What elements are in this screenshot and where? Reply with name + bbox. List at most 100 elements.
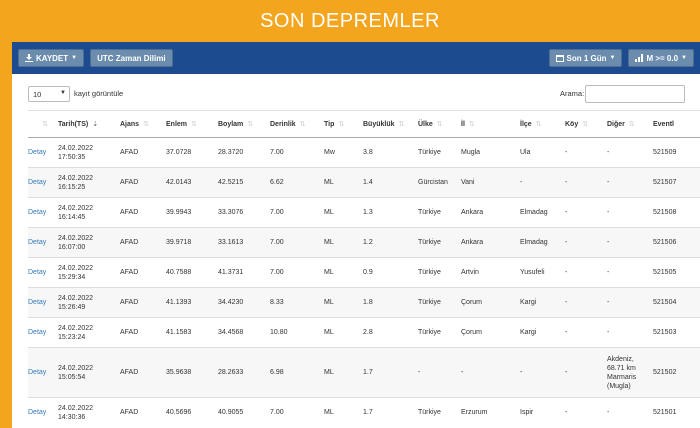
- column-header[interactable]: Ajans ⇅: [120, 110, 166, 138]
- depth-cell: 8.33: [270, 287, 324, 318]
- country-cell: Türkiye: [418, 227, 461, 258]
- magnitude-filter-button[interactable]: M >= 0.0 ▼: [628, 49, 694, 67]
- mag-cell: 3.8: [363, 137, 418, 168]
- search-input[interactable]: [585, 85, 685, 103]
- date-cell: 24.02.2022 15:05:54: [58, 347, 120, 398]
- district-cell: Kargi: [520, 317, 565, 348]
- lat-cell: 37.0728: [166, 137, 218, 168]
- table-row: Detay 24.02.2022 15:05:54 AFAD 35.9638 28.263…: [28, 347, 700, 398]
- column-header[interactable]: Büyüklük ⇅: [363, 110, 418, 138]
- type-cell: ML: [324, 347, 363, 398]
- table-row: Detay 24.02.2022 16:14:45 AFAD 39.9943 33.307…: [28, 197, 700, 228]
- district-cell: Kargi: [520, 287, 565, 318]
- column-header-label: İlçe: [520, 121, 532, 128]
- detail-link[interactable]: Detay: [28, 369, 46, 376]
- column-header-label: Ajans: [120, 121, 140, 128]
- country-cell: Türkiye: [418, 397, 461, 428]
- table-controls: 10 ▼ kayıt görüntüle Arama:: [12, 74, 700, 110]
- agency-cell: AFAD: [120, 397, 166, 428]
- event-cell: 521504: [653, 287, 700, 318]
- type-cell: ML: [324, 287, 363, 318]
- column-header[interactable]: İl ⇅: [461, 110, 520, 138]
- detail-cell: Detay: [28, 257, 58, 288]
- lat-cell: 42.0143: [166, 167, 218, 198]
- page-length-select[interactable]: 10 ▼: [28, 86, 70, 102]
- date-cell: 24.02.2022 15:26:49: [58, 287, 120, 318]
- event-cell: 521501: [653, 397, 700, 428]
- type-cell: ML: [324, 167, 363, 198]
- other-cell: -: [607, 287, 653, 318]
- detail-link[interactable]: Detay: [28, 179, 46, 186]
- period-button[interactable]: Son 1 Gün ▼: [548, 49, 623, 67]
- type-cell: ML: [324, 257, 363, 288]
- city-cell: Erzurum: [461, 397, 520, 428]
- event-cell: 521505: [653, 257, 700, 288]
- column-header[interactable]: Diğer ⇅: [607, 110, 653, 138]
- column-header[interactable]: Ülke ⇅: [418, 110, 461, 138]
- detail-cell: Detay: [28, 227, 58, 258]
- sort-icon: ⇅: [338, 121, 345, 128]
- download-icon: [25, 54, 33, 62]
- mag-cell: 1.7: [363, 347, 418, 398]
- save-button[interactable]: KAYDET ▼: [18, 49, 85, 67]
- column-header[interactable]: Tip ⇅: [324, 110, 363, 138]
- type-cell: Mw: [324, 137, 363, 168]
- utc-timezone-button[interactable]: UTC Zaman Dilimi: [90, 49, 173, 67]
- page-length-value: 10: [33, 90, 42, 99]
- country-cell: Türkiye: [418, 137, 461, 168]
- other-cell: Akdeniz, 68.71 km Marmaris (Mugla): [607, 347, 653, 398]
- column-header-label: Tarih(TS): [58, 121, 89, 128]
- lon-cell: 41.3731: [218, 257, 270, 288]
- lon-cell: 33.1613: [218, 227, 270, 258]
- date-cell: 24.02.2022 17:50:35: [58, 137, 120, 168]
- detail-cell: Detay: [28, 137, 58, 168]
- depth-cell: 7.00: [270, 137, 324, 168]
- lat-cell: 39.9943: [166, 197, 218, 228]
- city-cell: Artvin: [461, 257, 520, 288]
- country-cell: Türkiye: [418, 287, 461, 318]
- table-row: Detay 24.02.2022 14:30:36 AFAD 40.5696 40.905…: [28, 397, 700, 428]
- detail-link[interactable]: Detay: [28, 409, 46, 416]
- depth-cell: 10.80: [270, 317, 324, 348]
- district-cell: -: [520, 347, 565, 398]
- column-header[interactable]: ⇅: [28, 110, 58, 138]
- sort-icon: ⇣: [92, 121, 99, 128]
- column-header-label: Tip: [324, 121, 335, 128]
- lon-cell: 28.2633: [218, 347, 270, 398]
- lon-cell: 34.4568: [218, 317, 270, 348]
- detail-link[interactable]: Detay: [28, 239, 46, 246]
- detail-cell: Detay: [28, 197, 58, 228]
- column-header[interactable]: Tarih(TS) ⇣: [58, 110, 120, 138]
- column-header-label: Diğer: [607, 121, 625, 128]
- column-header[interactable]: Derinlik ⇅: [270, 110, 324, 138]
- depth-cell: 7.00: [270, 227, 324, 258]
- detail-cell: Detay: [28, 397, 58, 428]
- column-header-label: Büyüklük: [363, 121, 395, 128]
- village-cell: -: [565, 397, 607, 428]
- column-header[interactable]: İlçe ⇅: [520, 110, 565, 138]
- detail-link[interactable]: Detay: [28, 209, 46, 216]
- calendar-icon: [555, 55, 564, 62]
- detail-link[interactable]: Detay: [28, 329, 46, 336]
- sort-icon: ⇅: [398, 121, 405, 128]
- mag-cell: 1.4: [363, 167, 418, 198]
- lat-cell: 40.5696: [166, 397, 218, 428]
- detail-link[interactable]: Detay: [28, 269, 46, 276]
- detail-cell: Detay: [28, 347, 58, 398]
- detail-link[interactable]: Detay: [28, 299, 46, 306]
- date-value: 24.02.2022: [58, 294, 94, 302]
- depth-cell: 6.98: [270, 347, 324, 398]
- detail-link[interactable]: Detay: [28, 149, 46, 156]
- village-cell: -: [565, 167, 607, 198]
- time-value: 15:05:54: [58, 373, 86, 381]
- column-header[interactable]: Boylam ⇅: [218, 110, 270, 138]
- agency-cell: AFAD: [120, 317, 166, 348]
- depth-cell: 6.62: [270, 167, 324, 198]
- column-header[interactable]: Eventl: [653, 110, 700, 138]
- toolbar: KAYDET ▼ UTC Zaman Dilimi Son 1 Gün ▼ M …: [12, 42, 700, 74]
- city-cell: Çorum: [461, 287, 520, 318]
- column-header[interactable]: Enlem ⇅: [166, 110, 218, 138]
- other-cell: -: [607, 397, 653, 428]
- column-header[interactable]: Köy ⇅: [565, 110, 607, 138]
- city-cell: -: [461, 347, 520, 398]
